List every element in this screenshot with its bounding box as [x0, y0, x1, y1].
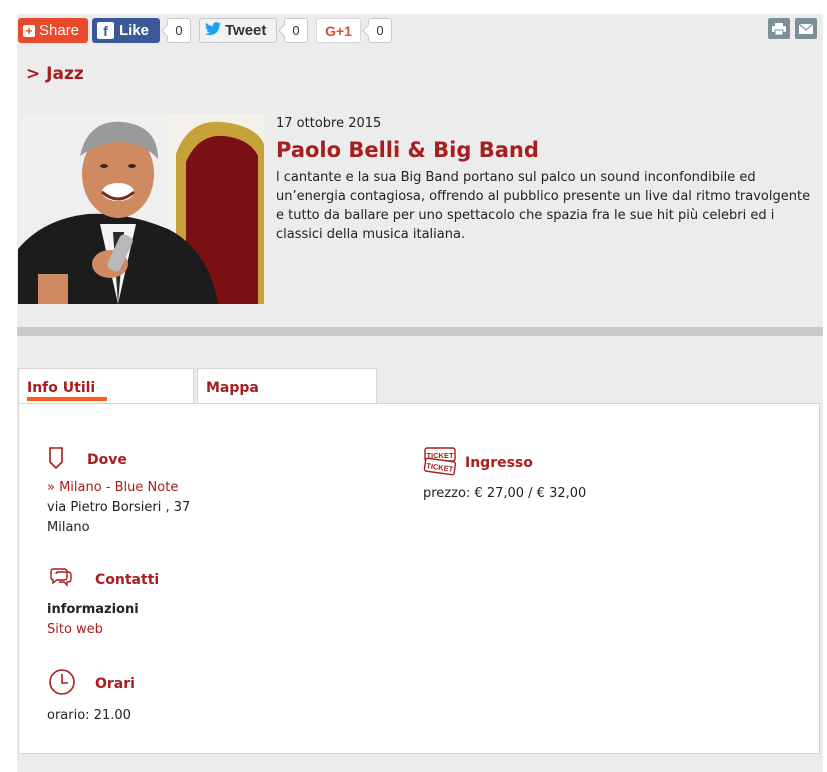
- tweet-count: 0: [284, 18, 308, 43]
- venue-link[interactable]: » Milano - Blue Note: [47, 478, 190, 498]
- event-date: 17 ottobre 2015: [276, 116, 382, 131]
- plus-icon: +: [23, 24, 35, 37]
- ingresso-heading: Ingresso: [465, 455, 533, 471]
- venue-address: via Pietro Borsieri , 37: [47, 500, 191, 515]
- gplus-count: 0: [368, 18, 392, 43]
- clock-icon: [47, 668, 77, 700]
- venue-city: Milano: [47, 520, 90, 535]
- event-description: l cantante e la sua Big Band portano sul…: [276, 170, 811, 242]
- ingresso-section: TICKET TICKET Ingresso prezzo: € 27,00 /…: [423, 446, 586, 504]
- speech-bubbles-icon: [47, 568, 77, 592]
- event-photo: [18, 114, 264, 304]
- facebook-icon: f: [97, 22, 114, 39]
- like-count: 0: [167, 18, 191, 43]
- active-tab-underline: [27, 397, 107, 401]
- ticket-icon: TICKET TICKET: [423, 446, 459, 480]
- ingresso-heading-row: TICKET TICKET Ingresso: [423, 446, 586, 480]
- info-tabs: Info Utili Mappa: [18, 368, 377, 404]
- dove-heading-row: Dove: [47, 446, 190, 474]
- utility-icons: [763, 18, 817, 39]
- event-title: Paolo Belli & Big Band: [276, 138, 539, 162]
- google-plus-button[interactable]: G+1: [316, 18, 361, 43]
- orari-heading: Orari: [95, 676, 135, 692]
- tab-info-utili-label: Info Utili: [27, 380, 96, 396]
- tweet-button[interactable]: Tweet: [199, 18, 277, 43]
- contatti-heading: Contatti: [95, 572, 160, 588]
- twitter-bird-icon: [205, 21, 221, 40]
- dove-section: Dove » Milano - Blue Note via Pietro Bor…: [47, 446, 190, 538]
- email-icon[interactable]: [795, 18, 817, 39]
- breadcrumb-category[interactable]: > Jazz: [26, 64, 84, 84]
- dove-heading: Dove: [87, 452, 127, 468]
- orari-section: Orari orario: 21.00: [47, 668, 135, 726]
- location-pin-icon: [47, 446, 77, 474]
- ingresso-price: prezzo: € 27,00 / € 32,00: [423, 486, 587, 501]
- social-bar: + Share f Like 0 Tweet 0 G+1 0: [18, 17, 392, 44]
- tweet-label: Tweet: [225, 22, 267, 39]
- orari-heading-row: Orari: [47, 668, 135, 700]
- website-link[interactable]: Sito web: [47, 620, 159, 640]
- tab-mappa-label: Mappa: [206, 380, 259, 396]
- like-label: Like: [119, 22, 150, 39]
- section-divider: [17, 327, 823, 336]
- facebook-like-button[interactable]: f Like: [92, 18, 160, 43]
- contatti-label: informazioni: [47, 602, 139, 617]
- tab-info-utili[interactable]: Info Utili: [18, 368, 194, 404]
- contatti-heading-row: Contatti: [47, 568, 159, 592]
- share-label: Share: [39, 22, 80, 39]
- contatti-section: Contatti informazioni Sito web: [47, 568, 159, 640]
- orari-value: orario: 21.00: [47, 708, 131, 723]
- tab-mappa[interactable]: Mappa: [197, 368, 377, 404]
- print-icon[interactable]: [768, 18, 790, 39]
- share-button[interactable]: + Share: [18, 18, 88, 43]
- info-panel: Dove » Milano - Blue Note via Pietro Bor…: [18, 403, 820, 754]
